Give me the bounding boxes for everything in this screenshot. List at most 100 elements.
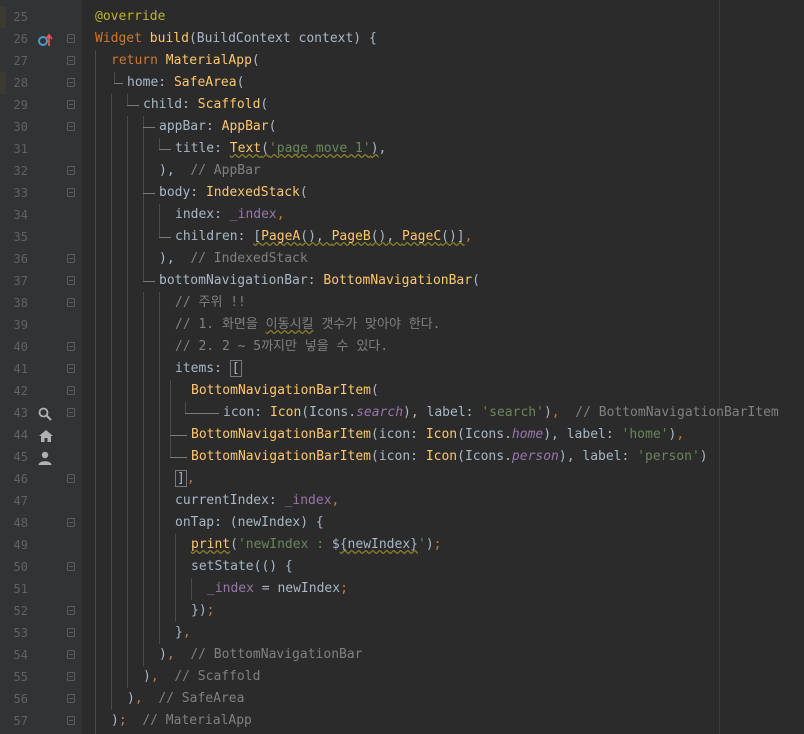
code-text: bottomNavigationBar: BottomNavigationBar…: [159, 273, 480, 288]
fold-toggle[interactable]: [67, 56, 75, 65]
code-comment: // 주위 !!: [175, 295, 246, 310]
code-text: BottomNavigationBarItem(icon: Icon(Icons…: [191, 427, 685, 442]
fold-toggle[interactable]: [67, 34, 75, 43]
code-line[interactable]: 29 child: Scaffold(: [0, 94, 804, 116]
fold-toggle[interactable]: [67, 188, 75, 197]
code-line[interactable]: 28 home: SafeArea(: [0, 72, 804, 94]
fold-toggle[interactable]: [67, 298, 75, 307]
line-number: 50: [13, 560, 28, 574]
line-number: 30: [13, 120, 28, 134]
code-line[interactable]: 42 BottomNavigationBarItem(: [0, 380, 804, 402]
line-number: 54: [13, 648, 28, 662]
code-line[interactable]: 46 ],: [0, 468, 804, 490]
line-number: 44: [13, 428, 28, 442]
code-line[interactable]: 32 ), // AppBar: [0, 160, 804, 182]
fold-toggle[interactable]: [67, 386, 75, 395]
code-line[interactable]: 33 body: IndexedStack(: [0, 182, 804, 204]
code-line[interactable]: 41 items: [: [0, 358, 804, 380]
code-text: index: _index,: [175, 207, 285, 222]
code-text: ), // AppBar: [159, 163, 261, 178]
code-line[interactable]: 35 children: [PageA(), PageB(), PageC()]…: [0, 226, 804, 248]
line-number: 42: [13, 384, 28, 398]
code-line[interactable]: 53 },: [0, 622, 804, 644]
home-icon[interactable]: [38, 429, 53, 443]
code-editor[interactable]: 25 @override 26 Widget build(BuildContex…: [0, 0, 804, 734]
fold-toggle[interactable]: [67, 100, 75, 109]
line-number: 48: [13, 516, 28, 530]
code-line[interactable]: 25 @override: [0, 6, 804, 28]
line-number: 35: [13, 230, 28, 244]
code-line[interactable]: 26 Widget build(BuildContext context) {: [0, 28, 804, 50]
code-line[interactable]: 36 ), // IndexedStack: [0, 248, 804, 270]
code-line[interactable]: 37 bottomNavigationBar: BottomNavigation…: [0, 270, 804, 292]
code-text: home: SafeArea(: [127, 75, 245, 90]
code-line[interactable]: 50 setState(() {: [0, 556, 804, 578]
fold-toggle[interactable]: [67, 694, 75, 703]
line-number: 28: [13, 76, 28, 90]
code-line[interactable]: 31 title: Text('page move 1'),: [0, 138, 804, 160]
fold-toggle[interactable]: [67, 122, 75, 131]
code-text: items: [: [175, 360, 242, 377]
fold-toggle[interactable]: [67, 408, 75, 417]
line-number: 46: [13, 472, 28, 486]
fold-toggle[interactable]: [67, 628, 75, 637]
fold-toggle[interactable]: [67, 518, 75, 527]
code-line[interactable]: 54 ), // BottomNavigationBar: [0, 644, 804, 666]
fold-toggle[interactable]: [67, 474, 75, 483]
fold-toggle[interactable]: [67, 254, 75, 263]
code-text: appBar: AppBar(: [159, 119, 277, 134]
code-line[interactable]: 40 // 2. 2 ~ 5까지만 넣을 수 있다.: [0, 336, 804, 358]
code-line[interactable]: 34 index: _index,: [0, 204, 804, 226]
code-text: });: [191, 603, 215, 618]
code-text: @override: [95, 6, 165, 28]
code-line[interactable]: 55 ), // Scaffold: [0, 666, 804, 688]
fold-toggle[interactable]: [67, 606, 75, 615]
fold-toggle[interactable]: [67, 78, 75, 87]
override-arrow-icon[interactable]: [38, 33, 53, 47]
code-line[interactable]: 48 onTap: (newIndex) {: [0, 512, 804, 534]
line-number: 52: [13, 604, 28, 618]
line-number: 51: [13, 582, 28, 596]
fold-toggle[interactable]: [67, 276, 75, 285]
line-number: 26: [13, 32, 28, 46]
code-line[interactable]: 45 BottomNavigationBarItem(icon: Icon(Ic…: [0, 446, 804, 468]
code-text: },: [175, 625, 191, 640]
line-number: 56: [13, 692, 28, 706]
code-token: @override: [95, 9, 166, 24]
code-text: ), // SafeArea: [127, 691, 245, 706]
line-number: 25: [13, 10, 28, 24]
code-line[interactable]: 27 return MaterialApp(: [0, 50, 804, 72]
code-line[interactable]: 47 currentIndex: _index,: [0, 490, 804, 512]
line-number: 55: [13, 670, 28, 684]
line-number: 43: [13, 406, 28, 420]
person-icon[interactable]: [38, 451, 52, 465]
code-line[interactable]: 44 BottomNavigationBarItem(icon: Icon(Ic…: [0, 424, 804, 446]
code-text: children: [PageA(), PageB(), PageC()],: [175, 229, 473, 244]
line-number: 27: [13, 54, 28, 68]
code-line[interactable]: 39 // 1. 화면을 이동시킬 갯수가 맞아야 한다.: [0, 314, 804, 336]
fold-toggle[interactable]: [67, 562, 75, 571]
code-text: ); // MaterialApp: [111, 713, 252, 728]
fold-toggle[interactable]: [67, 166, 75, 175]
code-line[interactable]: 43 icon: Icon(Icons.search), label: 'sea…: [0, 402, 804, 424]
code-text: currentIndex: _index,: [175, 493, 340, 508]
line-number: 49: [13, 538, 28, 552]
fold-toggle[interactable]: [67, 650, 75, 659]
fold-toggle[interactable]: [67, 342, 75, 351]
fold-toggle[interactable]: [67, 672, 75, 681]
code-text: icon: Icon(Icons.search), label: 'search…: [223, 405, 779, 420]
code-text: return MaterialApp(: [111, 53, 260, 68]
line-number: 39: [13, 318, 28, 332]
code-line[interactable]: 51 _index = newIndex;: [0, 578, 804, 600]
fold-toggle[interactable]: [67, 364, 75, 373]
code-line[interactable]: 52 });: [0, 600, 804, 622]
code-line[interactable]: 57 ); // MaterialApp: [0, 710, 804, 732]
code-line[interactable]: 49 print('newIndex : ${newIndex}');: [0, 534, 804, 556]
search-icon[interactable]: [38, 407, 52, 421]
code-line[interactable]: 56 ), // SafeArea: [0, 688, 804, 710]
code-line[interactable]: 30 appBar: AppBar(: [0, 116, 804, 138]
fold-toggle[interactable]: [67, 716, 75, 725]
code-text: ), // Scaffold: [143, 669, 261, 684]
line-number: 53: [13, 626, 28, 640]
code-line[interactable]: 38 // 주위 !!: [0, 292, 804, 314]
